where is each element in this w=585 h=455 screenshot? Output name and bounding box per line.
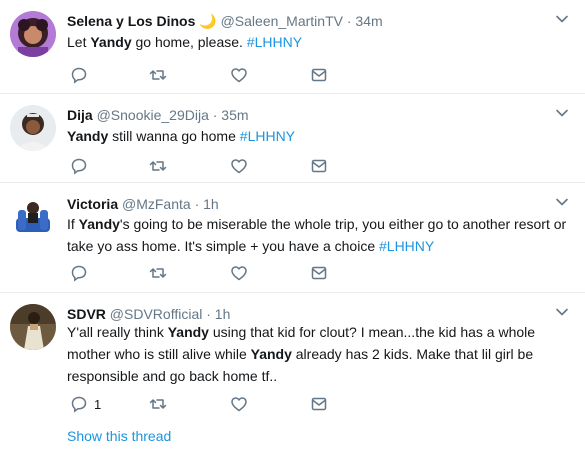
text-bold: Yandy (67, 128, 109, 144)
text-line: Y'all really think Yandy using that kid … (67, 321, 582, 343)
text-bold: Yandy (90, 34, 132, 50)
avatar[interactable] (10, 304, 56, 350)
text-segment: already has 2 kids. Make that lil girl b… (291, 346, 534, 362)
like-icon (231, 397, 247, 412)
dm-button[interactable] (310, 156, 328, 176)
retweet-icon (149, 161, 167, 171)
avatar[interactable] (10, 105, 56, 151)
tweet[interactable]: Victoria @MzFanta · 1h If Yandy's going … (0, 183, 585, 293)
tweet-actions (67, 156, 367, 176)
caret-down-icon[interactable] (555, 305, 569, 319)
text-segment: still wanna go home (108, 128, 240, 144)
dm-icon (311, 397, 327, 411)
tweet-text: Y'all really think Yandy using that kid … (67, 321, 582, 387)
reply-button[interactable] (70, 263, 94, 283)
reply-count: 1 (94, 396, 102, 412)
avatar[interactable] (10, 11, 56, 57)
retweet-button[interactable] (149, 65, 167, 85)
hashtag-link[interactable]: #LHHNY (240, 128, 295, 144)
tweet-header: Selena y Los Dinos 🌙 @Saleen_MartinTV · … (67, 12, 383, 30)
text-bold: Yandy (78, 216, 120, 232)
text-segment: mother who is still alive while (67, 346, 251, 362)
dm-icon (311, 159, 327, 173)
avatar[interactable] (10, 194, 56, 240)
timestamp[interactable]: · 1h (206, 306, 230, 322)
tweet[interactable]: Dija @Snookie_29Dija · 35m Yandy still w… (0, 94, 585, 183)
tweet-header: Dija @Snookie_29Dija · 35m (67, 106, 249, 124)
retweet-button[interactable] (149, 156, 167, 176)
display-name[interactable]: Victoria (67, 196, 118, 212)
timestamp[interactable]: · 1h (195, 196, 219, 212)
reply-icon (71, 396, 87, 413)
dm-icon (311, 68, 327, 82)
caret-down-icon[interactable] (555, 195, 569, 209)
text-line: responsible and go back home tf.. (67, 368, 278, 384)
like-icon (231, 266, 247, 281)
handle[interactable]: @SDVRofficial (110, 306, 203, 322)
dm-button[interactable] (310, 65, 328, 85)
text-segment: take yo ass home. It's simple + you have… (67, 238, 379, 254)
text-segment: If (67, 216, 79, 232)
handle[interactable]: @Snookie_29Dija (97, 107, 209, 123)
display-name[interactable]: Dija (67, 107, 93, 123)
reply-button[interactable] (70, 65, 94, 85)
caret-down-icon[interactable] (555, 12, 569, 26)
text-bold: Yandy (167, 324, 209, 340)
text-bold: Yandy (250, 346, 292, 362)
like-button[interactable] (230, 394, 248, 414)
moon-emoji: 🌙 (199, 13, 217, 29)
dm-button[interactable] (310, 263, 328, 283)
reply-icon (71, 265, 87, 282)
dm-button[interactable] (310, 394, 328, 414)
tweet-text: Let Yandy go home, please. #LHHNY (67, 31, 577, 53)
reply-icon (71, 67, 87, 84)
reply-button[interactable] (70, 156, 94, 176)
handle[interactable]: @Saleen_MartinTV (221, 13, 343, 29)
retweet-icon (149, 268, 167, 278)
tweet[interactable]: Selena y Los Dinos 🌙 @Saleen_MartinTV · … (0, 0, 585, 94)
text-line: If Yandy's going to be miserable the who… (67, 213, 582, 235)
text-segment: 's going to be miserable the whole trip,… (119, 216, 567, 232)
text-segment: go home, please. (131, 34, 247, 50)
like-icon (231, 159, 247, 174)
tweet-text: If Yandy's going to be miserable the who… (67, 213, 582, 257)
display-name[interactable]: SDVR (67, 306, 106, 322)
reply-icon (71, 158, 87, 175)
retweet-button[interactable] (149, 394, 167, 414)
handle[interactable]: @MzFanta (122, 196, 191, 212)
retweet-icon (149, 70, 167, 80)
display-name[interactable]: Selena y Los Dinos (67, 13, 195, 29)
tweet-actions (67, 65, 367, 85)
retweet-icon (149, 399, 167, 409)
tweet-text: Yandy still wanna go home #LHHNY (67, 125, 577, 147)
text-segment: using that kid for clout? I mean...the k… (208, 324, 536, 340)
show-thread-link[interactable]: Show this thread (67, 428, 171, 444)
text-segment: Y'all really think (67, 324, 168, 340)
tweet-header: Victoria @MzFanta · 1h (67, 195, 219, 213)
like-button[interactable] (230, 156, 248, 176)
reply-button[interactable]: 1 (70, 394, 101, 414)
dm-icon (311, 266, 327, 280)
hashtag-link[interactable]: #LHHNY (379, 238, 434, 254)
like-button[interactable] (230, 263, 248, 283)
retweet-button[interactable] (149, 263, 167, 283)
like-button[interactable] (230, 65, 248, 85)
text-line: mother who is still alive while Yandy al… (67, 343, 582, 365)
timeline: Selena y Los Dinos 🌙 @Saleen_MartinTV · … (0, 0, 585, 455)
tweet-actions (67, 263, 367, 283)
timestamp[interactable]: · 35m (213, 107, 249, 123)
like-icon (231, 68, 247, 83)
timestamp[interactable]: · 34m (347, 13, 383, 29)
caret-down-icon[interactable] (555, 106, 569, 120)
text-segment: Let (67, 34, 91, 50)
text-line: take yo ass home. It's simple + you have… (67, 235, 582, 257)
tweet-actions: 1 (67, 394, 367, 414)
hashtag-link[interactable]: #LHHNY (247, 34, 302, 50)
